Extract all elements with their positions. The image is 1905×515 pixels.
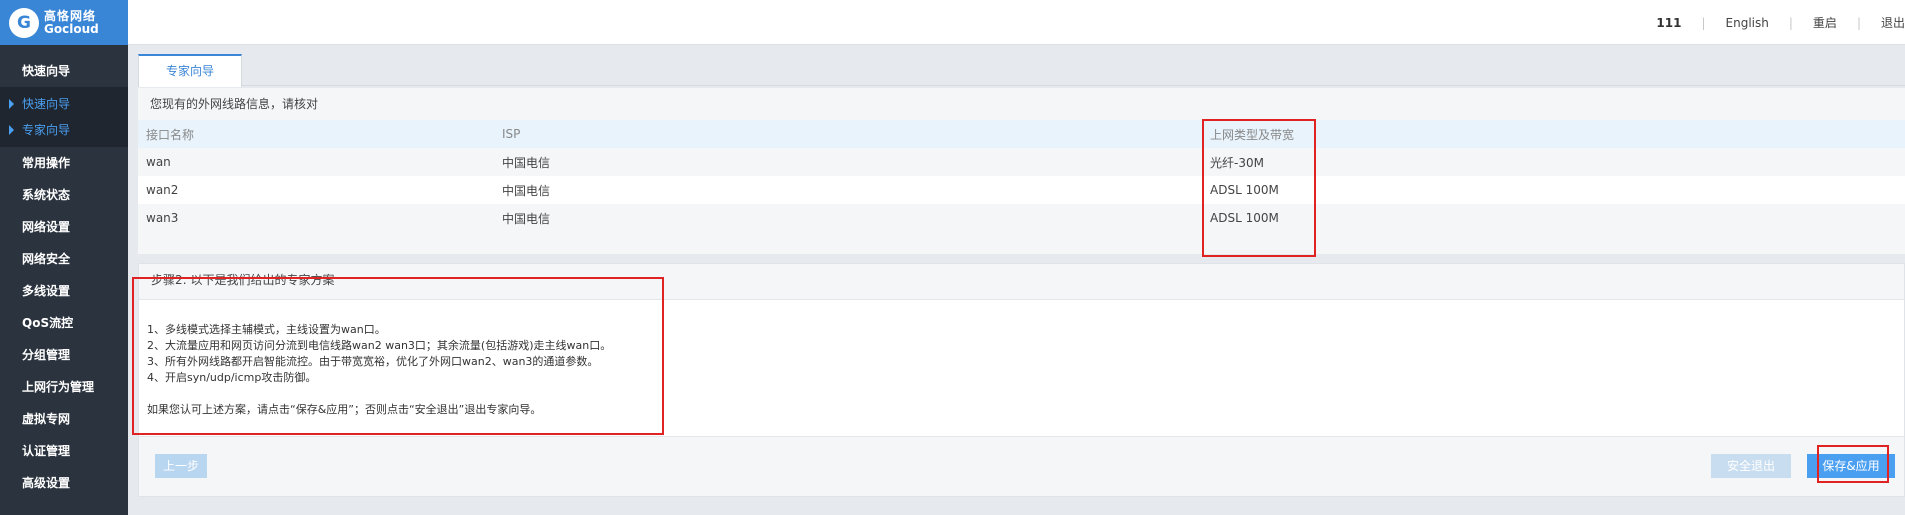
separator: | [1856,15,1861,30]
button-row: 上一步 安全退出 保存&应用 [139,436,1904,496]
sidebar-subitem-expert-wizard[interactable]: 专家向导 [0,117,128,143]
current-user: 111 [1656,15,1682,30]
sidebar-item-network-settings[interactable]: 网络设置 [0,211,128,243]
sidebar-item-network-security[interactable]: 网络安全 [0,243,128,275]
logout-link[interactable]: 退出 [1881,14,1905,31]
column-header: 上网类型及带宽 [1202,120,1905,148]
table-cell: wan2 [138,176,494,204]
plan-title: 步骤2: 以下是我们给出的专家方案 [139,264,1904,300]
tab-expert-wizard[interactable]: 专家向导 [138,54,242,87]
table-cell: 中国电信 [494,204,1202,232]
plan-line: 3、所有外网线路都开启智能流控。由于带宽宽裕，优化了外网口wan2、wan3的通… [147,355,599,368]
table-cell: wan [138,148,494,176]
table-cell: ADSL 100M [1202,176,1905,204]
wan-info-panel: 您现有的外网线路信息，请核对 接口名称 ISP 上网类型及带宽 wan 中国电信… [138,88,1905,254]
plan-line: 1、多线模式选择主辅模式，主线设置为wan口。 [147,323,386,336]
table-row: wan2 中国电信 ADSL 100M [138,176,1905,204]
separator: | [1788,15,1793,30]
plan-line: 2、大流量应用和网页访问分流到电信线路wan2 wan3口；其余流量(包括游戏)… [147,339,612,352]
table-row: wan 中国电信 光纤-30M [138,148,1905,176]
sidebar-item-system-status[interactable]: 系统状态 [0,179,128,211]
sidebar-item-multiline[interactable]: 多线设置 [0,275,128,307]
wan-info-table: 接口名称 ISP 上网类型及带宽 wan 中国电信 光纤-30M wan2 中国… [138,120,1905,232]
restart-link[interactable]: 重启 [1813,14,1837,31]
header-links: 111 | English | 重启 | 退出 [1656,0,1905,45]
expert-plan-panel: 步骤2: 以下是我们给出的专家方案 1、多线模式选择主辅模式，主线设置为wan口… [138,263,1905,497]
sidebar-nav: 快速向导 快速向导 专家向导 常用操作 系统状态 网络设置 网络安全 多线设置 … [0,45,128,515]
sidebar-item-qos[interactable]: QoS流控 [0,307,128,339]
sidebar-item-auth[interactable]: 认证管理 [0,435,128,467]
brand-text: 高恪网络 Gocloud [44,8,99,36]
top-bar: G 高恪网络 Gocloud 111 | English | 重启 | 退出 [0,0,1905,45]
gocloud-logo-icon: G [9,7,39,38]
plan-note: 如果您认可上述方案，请点击“保存&应用”；否则点击“安全退出”退出专家向导。 [147,403,542,416]
brand-logo[interactable]: G 高恪网络 Gocloud [0,0,128,45]
sidebar-item-quick-wizard[interactable]: 快速向导 [0,55,128,87]
table-header: 接口名称 ISP 上网类型及带宽 [138,120,1905,148]
sidebar-item-advanced[interactable]: 高级设置 [0,467,128,499]
plan-line: 4、开启syn/udp/icmp攻击防御。 [147,371,317,384]
brand-name-cn: 高恪网络 [44,8,97,23]
sidebar-subitem-quick-wizard[interactable]: 快速向导 [0,91,128,117]
sidebar-item-groups[interactable]: 分组管理 [0,339,128,371]
sidebar-item-behavior[interactable]: 上网行为管理 [0,371,128,403]
sidebar-item-vpn[interactable]: 虚拟专网 [0,403,128,435]
save-apply-button[interactable]: 保存&应用 [1807,454,1895,478]
table-cell: 中国电信 [494,148,1202,176]
tab-bar: 专家向导 [138,54,1905,87]
table-cell: 光纤-30M [1202,148,1905,176]
separator: | [1701,15,1706,30]
language-link[interactable]: English [1726,16,1769,30]
column-header: 接口名称 [138,120,494,148]
prev-step-button[interactable]: 上一步 [155,454,207,478]
column-header: ISP [494,120,1202,148]
sidebar-item-common-ops[interactable]: 常用操作 [0,147,128,179]
table-cell: wan3 [138,204,494,232]
safe-exit-button[interactable]: 安全退出 [1711,454,1791,478]
table-row: wan3 中国电信 ADSL 100M [138,204,1905,232]
plan-body: 1、多线模式选择主辅模式，主线设置为wan口。 2、大流量应用和网页访问分流到电… [139,300,1904,418]
brand-name-en: Gocloud [44,21,99,36]
table-cell: ADSL 100M [1202,204,1905,232]
main-content: 专家向导 您现有的外网线路信息，请核对 接口名称 ISP 上网类型及带宽 wan… [138,54,1905,497]
table-cell: 中国电信 [494,176,1202,204]
sidebar-submenu: 快速向导 专家向导 [0,87,128,147]
wan-info-title: 您现有的外网线路信息，请核对 [150,97,319,111]
